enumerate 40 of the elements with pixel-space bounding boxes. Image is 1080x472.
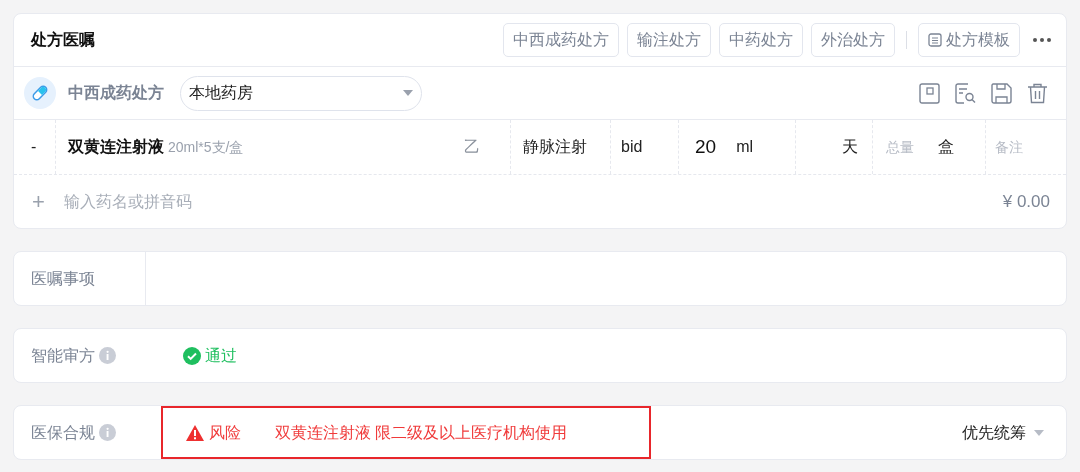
- total-amount: ¥ 0.00: [1002, 190, 1050, 213]
- warning-icon: [185, 423, 205, 442]
- prescription-type-button[interactable]: 外治处方: [811, 23, 895, 57]
- prescription-type-button[interactable]: 输注处方: [627, 23, 711, 57]
- remove-button[interactable]: -: [31, 135, 37, 159]
- frequency-field[interactable]: bid: [621, 135, 643, 159]
- prescription-type-label: 中西成药处方: [68, 83, 164, 103]
- field-label: 医嘱事项: [31, 268, 95, 289]
- prescription-type-button[interactable]: 中药处方: [719, 23, 803, 57]
- frame-icon[interactable]: [919, 82, 940, 104]
- days-unit: 天: [842, 137, 858, 157]
- check-circle-icon: [183, 346, 201, 365]
- info-icon: [99, 424, 116, 441]
- trash-icon[interactable]: [1027, 82, 1048, 104]
- drug-spec: 20ml*5支/盒: [168, 137, 244, 157]
- insurance-grade: 乙: [464, 137, 480, 157]
- dose-unit: ml: [736, 137, 754, 157]
- dose-field[interactable]: 20: [695, 132, 717, 162]
- drug-name: 双黄连注射液: [68, 137, 164, 157]
- document-search-icon[interactable]: [955, 82, 976, 104]
- payment-select[interactable]: 优先统筹: [962, 420, 1044, 445]
- add-icon[interactable]: +: [32, 190, 45, 213]
- drug-search-field[interactable]: 输入药名或拼音码: [63, 189, 192, 214]
- list-icon: [928, 33, 942, 47]
- section-title: 处方医嘱: [31, 30, 95, 50]
- caret-icon: [403, 90, 413, 96]
- pill-icon: [24, 77, 56, 109]
- more-icon[interactable]: [1032, 37, 1052, 43]
- field-label: 智能审方: [31, 345, 95, 366]
- save-icon[interactable]: [991, 82, 1012, 104]
- status-text: 风险: [209, 422, 241, 443]
- status-text: 通过: [205, 345, 237, 366]
- route-field[interactable]: 静脉注射: [523, 135, 587, 159]
- field-label: 医保合规: [31, 422, 95, 443]
- prescription-type-button[interactable]: 中西成药处方: [503, 23, 619, 57]
- total-unit: 盒: [938, 137, 954, 157]
- risk-message: 双黄连注射液 限二级及以上医疗机构使用: [275, 422, 568, 443]
- caret-icon: [1034, 429, 1044, 436]
- info-icon: [99, 347, 116, 364]
- template-button[interactable]: 处方模板: [918, 23, 1020, 57]
